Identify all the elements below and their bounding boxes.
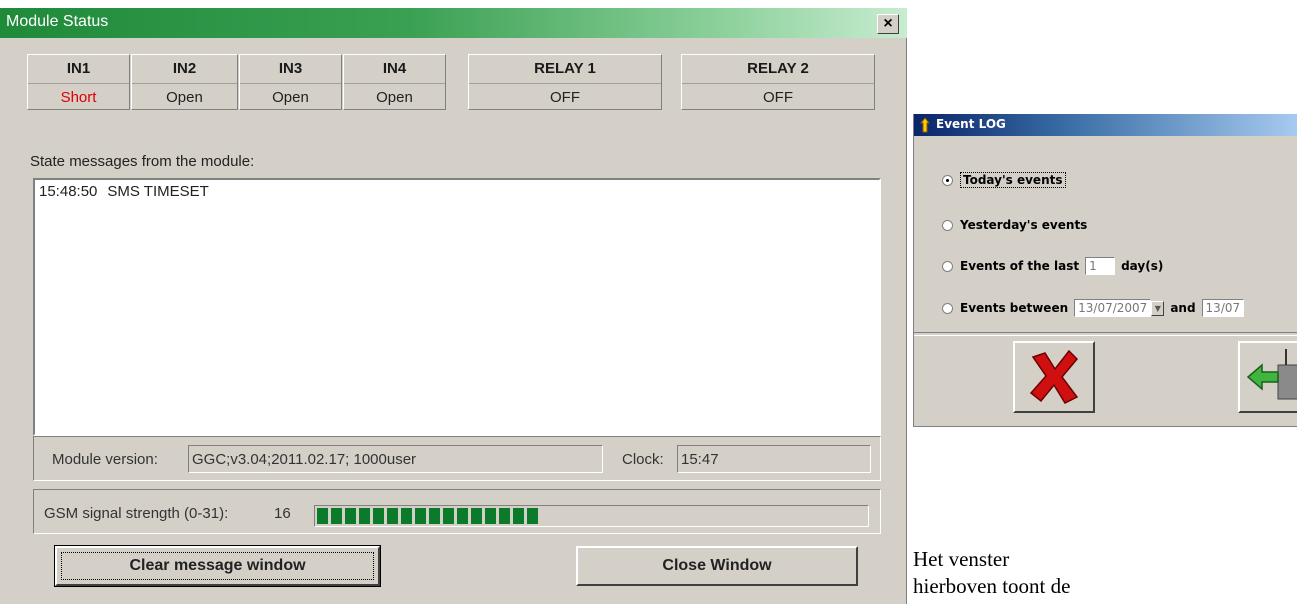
module-status-window: Module Status × IN1 Short IN2 Open IN3 O… — [0, 8, 907, 604]
caption-line-1: Het venster — [913, 547, 1010, 571]
close-window-button[interactable]: Close Window — [576, 546, 858, 586]
signal-segment — [373, 508, 384, 524]
option-today-label: Today's events — [960, 172, 1066, 188]
input-3-panel: IN3 Open — [239, 54, 342, 110]
log-message: SMS TIMESET — [107, 183, 209, 200]
log-line: 15:48:50 SMS TIMESET — [39, 183, 875, 200]
option-last-suffix: day(s) — [1121, 259, 1164, 273]
input-4-label: IN4 — [344, 55, 445, 84]
signal-segment — [443, 508, 454, 524]
signal-segment — [457, 508, 468, 524]
option-between[interactable]: Events between 13/07/2007 ▼ and 13/07 — [942, 299, 1250, 317]
gsm-signal-label: GSM signal strength (0-31): — [44, 505, 229, 522]
option-yesterday[interactable]: Yesterday's events — [942, 218, 1087, 232]
clock-field: 15:47 — [677, 445, 871, 473]
radio-today[interactable] — [942, 174, 953, 186]
state-messages-label: State messages from the module: — [30, 153, 255, 170]
input-3-label: IN3 — [240, 55, 341, 84]
red-x-icon — [1029, 349, 1079, 404]
input-1-panel: IN1 Short — [27, 54, 130, 110]
document-caption: Het venster hierboven toont de — [913, 546, 1070, 600]
cancel-button[interactable] — [1013, 341, 1095, 413]
input-2-label: IN2 — [132, 55, 237, 84]
date-from-input[interactable]: 13/07/2007 — [1074, 299, 1152, 317]
option-last-days[interactable]: Events of the last 1 day(s) — [942, 257, 1163, 275]
radio-yesterday[interactable] — [942, 219, 953, 231]
event-log-title: Event LOG — [936, 117, 1006, 131]
module-status-titlebar[interactable]: Module Status × — [0, 8, 907, 38]
close-window-label: Close Window — [662, 557, 772, 574]
module-version-label: Module version: — [52, 451, 158, 468]
green-arrow-icon — [1246, 349, 1297, 400]
input-2-panel: IN2 Open — [131, 54, 238, 110]
signal-segment — [513, 508, 524, 524]
input-3-state: Open — [272, 89, 309, 106]
signal-segment — [317, 508, 328, 524]
and-label: and — [1170, 301, 1196, 315]
clock-label: Clock: — [622, 451, 664, 468]
relay-2-panel: RELAY 2 OFF — [681, 54, 875, 110]
clear-message-window-button[interactable]: Clear message window — [54, 545, 381, 587]
input-4-panel: IN4 Open — [343, 54, 446, 110]
gsm-signal-progress-bar — [314, 505, 869, 527]
event-log-app-icon — [919, 117, 931, 133]
gsm-signal-fill — [317, 508, 538, 524]
input-1-label: IN1 — [28, 55, 129, 84]
relay-1-panel: RELAY 1 OFF — [468, 54, 662, 110]
input-4-state: Open — [376, 89, 413, 106]
signal-segment — [471, 508, 482, 524]
signal-segment — [331, 508, 342, 524]
radio-between[interactable] — [942, 302, 953, 314]
date-to-input[interactable]: 13/07 — [1201, 299, 1245, 317]
ok-button[interactable] — [1238, 341, 1297, 413]
input-2-state: Open — [166, 89, 203, 106]
option-today[interactable]: Today's events — [942, 172, 1066, 188]
option-between-prefix: Events between — [960, 301, 1069, 315]
signal-segment — [429, 508, 440, 524]
option-yesterday-label: Yesterday's events — [960, 218, 1088, 232]
signal-segment — [387, 508, 398, 524]
close-window-x-button[interactable]: × — [877, 14, 899, 34]
signal-segment — [499, 508, 510, 524]
input-1-state: Short — [60, 89, 97, 106]
signal-segment — [485, 508, 496, 524]
signal-segment — [359, 508, 370, 524]
module-version-field: GGC;v3.04;2011.02.17; 1000user — [188, 445, 603, 473]
relay-2-label: RELAY 2 — [682, 55, 874, 84]
message-log[interactable]: 15:48:50 SMS TIMESET — [33, 178, 881, 436]
option-last-prefix: Events of the last — [960, 259, 1080, 273]
relay-2-state: OFF — [763, 89, 793, 106]
focus-ring — [61, 552, 374, 580]
date-from-dropdown-icon[interactable]: ▼ — [1151, 300, 1165, 316]
event-log-window: Event LOG Today's events Yesterday's eve… — [913, 114, 1297, 427]
radio-last-days[interactable] — [942, 260, 953, 272]
signal-segment — [401, 508, 412, 524]
window-title: Module Status — [6, 13, 109, 30]
relay-1-label: RELAY 1 — [469, 55, 661, 84]
event-log-divider — [914, 332, 1297, 336]
event-log-titlebar[interactable]: Event LOG — [914, 114, 1297, 136]
gsm-signal-value: 16 — [274, 505, 291, 522]
caption-line-2: hierboven toont de — [913, 574, 1071, 598]
signal-segment — [345, 508, 356, 524]
log-time: 15:48:50 — [39, 183, 98, 200]
signal-segment — [415, 508, 426, 524]
signal-segment — [527, 508, 538, 524]
last-days-input[interactable]: 1 — [1085, 257, 1116, 275]
relay-1-state: OFF — [550, 89, 580, 106]
